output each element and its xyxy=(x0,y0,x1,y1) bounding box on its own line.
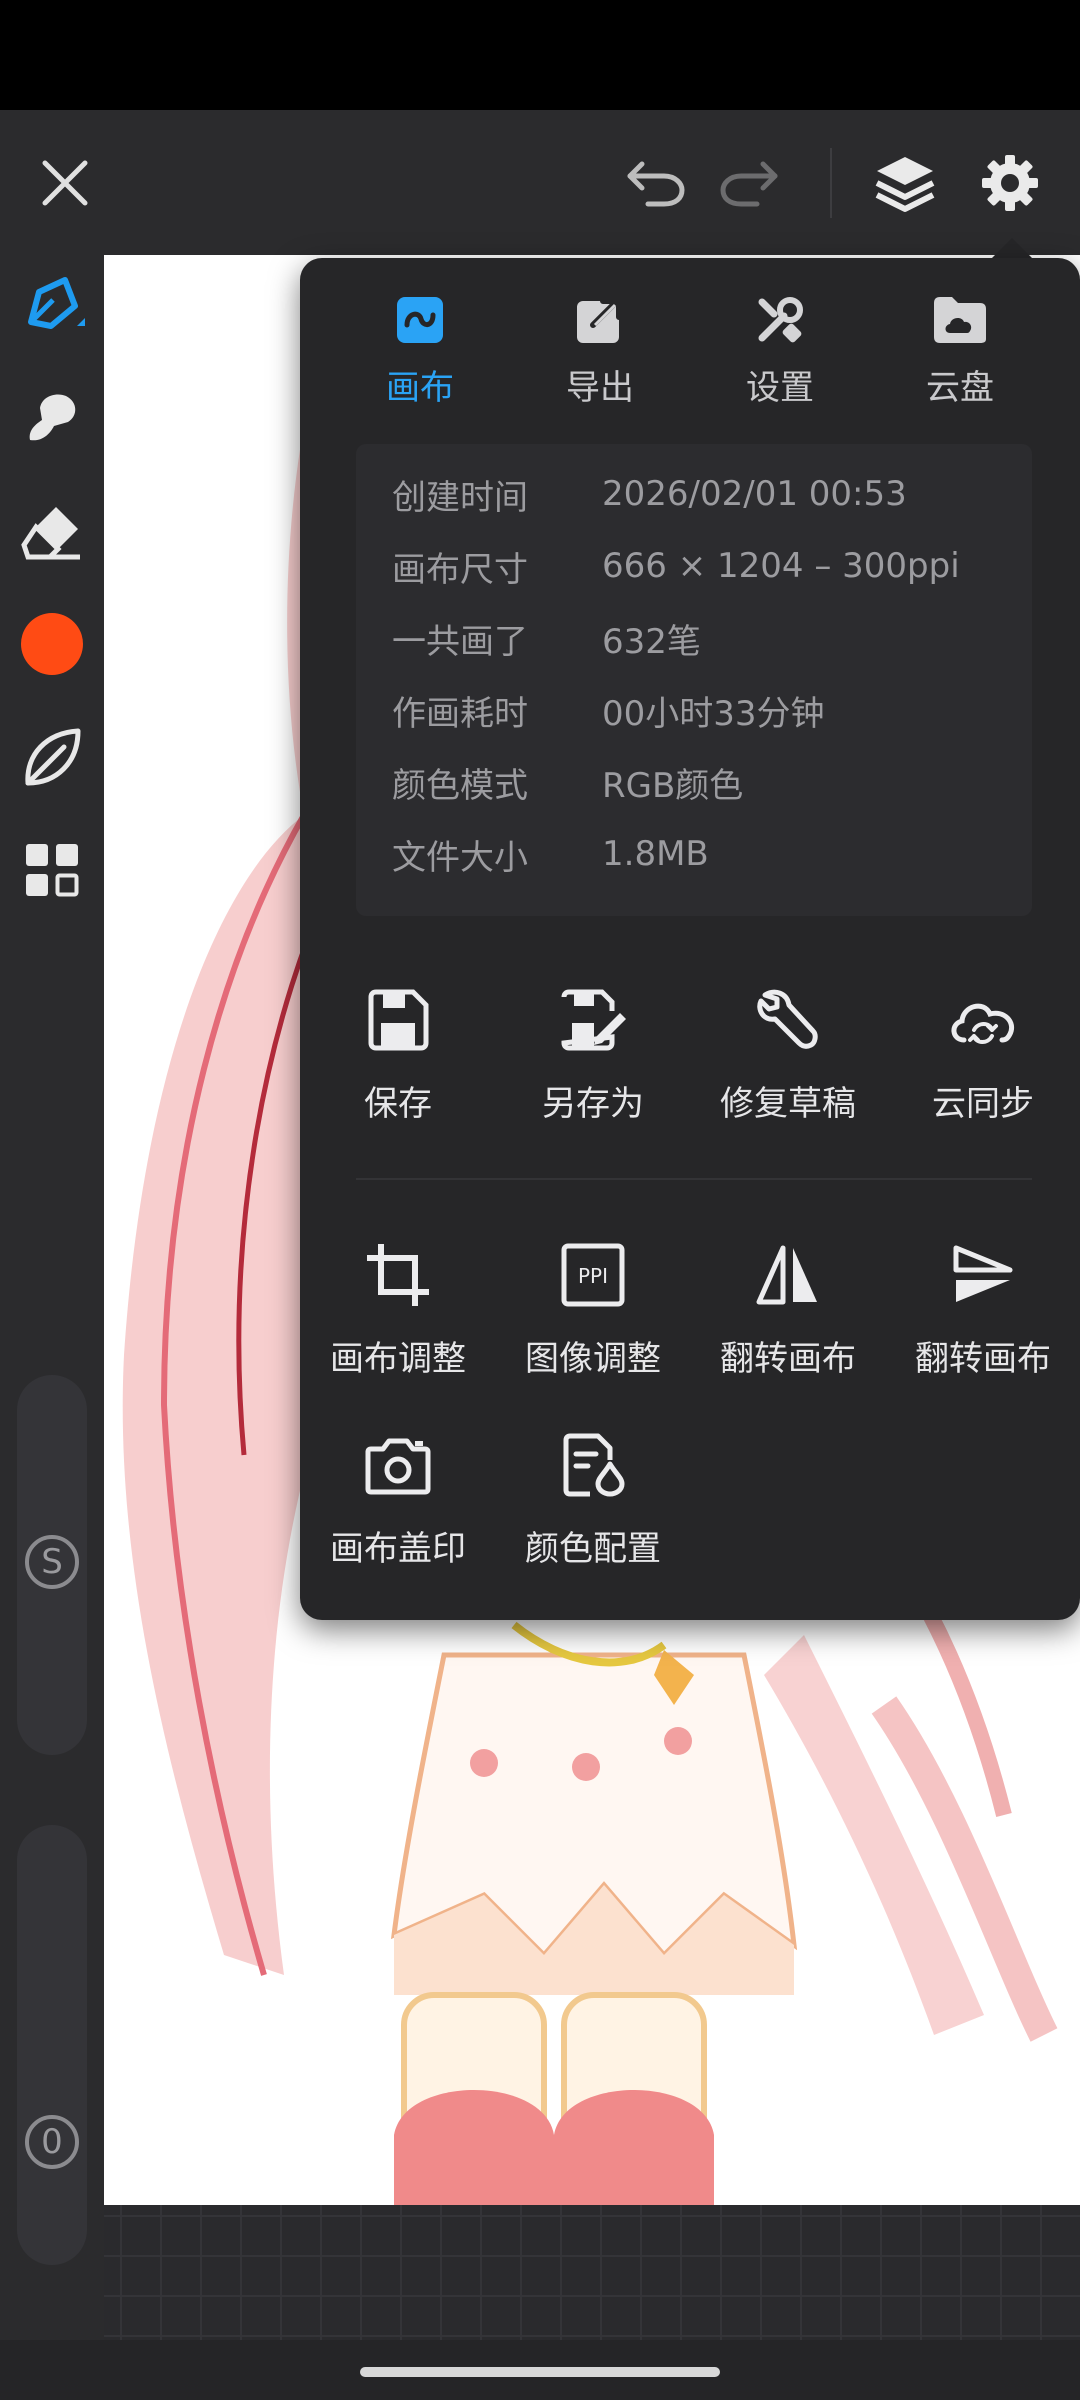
crop-icon xyxy=(367,1244,429,1306)
grid-icon xyxy=(26,844,79,897)
pen-tool[interactable] xyxy=(0,255,104,355)
leaf-tool[interactable] xyxy=(0,707,104,807)
eraser-tool[interactable] xyxy=(0,481,104,581)
redo-button[interactable] xyxy=(710,110,790,255)
current-color-swatch xyxy=(21,613,83,675)
repair-draft-button[interactable]: 修复草稿 xyxy=(690,978,886,1125)
more-tools[interactable] xyxy=(0,820,104,920)
leaf-icon xyxy=(25,728,81,786)
undo-button[interactable] xyxy=(615,110,695,255)
top-toolbar xyxy=(0,110,1080,255)
tools-icon xyxy=(758,297,803,343)
brush-size-slider[interactable]: S xyxy=(17,1375,87,1755)
canvas-stamp-button[interactable]: 画布盖印 xyxy=(300,1423,496,1570)
info-row-strokes: 一共画了 632笔 xyxy=(392,621,701,662)
flip-horizontal-icon xyxy=(756,1245,817,1305)
smudge-tool[interactable] xyxy=(0,368,104,468)
save-as-button[interactable]: 另存为 xyxy=(495,978,691,1125)
image-adjust-button[interactable]: PPI 图像调整 xyxy=(495,1233,691,1380)
flip-vertical-icon xyxy=(953,1245,1013,1302)
save-icon xyxy=(368,989,429,1051)
close-icon xyxy=(42,160,88,205)
brush-size-knob[interactable]: S xyxy=(25,1535,79,1589)
color-profile-button[interactable]: 颜色配置 xyxy=(495,1423,691,1570)
tool-sidebar: S 0 xyxy=(0,255,104,2400)
cloud-folder-icon xyxy=(934,297,986,343)
color-swatch[interactable] xyxy=(0,594,104,694)
svg-text:PPI: PPI xyxy=(578,1264,608,1288)
canvas-menu-panel: 画布 导出 设置 云盘 创建时间 2026/02/01 00:53 画布尺寸 6… xyxy=(300,258,1080,1620)
flip-vertical-button[interactable]: 翻转画布 xyxy=(885,1233,1080,1380)
wrench-icon xyxy=(757,989,818,1049)
close-button[interactable] xyxy=(20,110,110,255)
color-profile-icon xyxy=(563,1433,625,1497)
flip-horizontal-button[interactable]: 翻转画布 xyxy=(690,1233,886,1380)
tab-export[interactable]: 导出 xyxy=(520,288,680,418)
layers-icon xyxy=(875,156,935,212)
layers-button[interactable] xyxy=(860,110,950,255)
canvas-info-box: 创建时间 2026/02/01 00:53 画布尺寸 666 × 1204 – … xyxy=(356,444,1032,916)
info-row-size: 画布尺寸 666 × 1204 – 300ppi xyxy=(392,546,960,590)
info-row-color-mode: 颜色模式 RGB颜色 xyxy=(392,765,744,806)
undo-icon xyxy=(627,161,685,206)
cloud-sync-button[interactable]: 云同步 xyxy=(885,978,1080,1125)
tab-settings[interactable]: 设置 xyxy=(700,288,860,418)
info-row-file-size: 文件大小 1.8MB xyxy=(392,834,709,878)
panel-tabs: 画布 导出 设置 云盘 xyxy=(300,288,1080,418)
status-bar xyxy=(0,0,1080,110)
canvas-icon xyxy=(397,297,443,343)
pen-icon xyxy=(28,277,85,329)
export-icon xyxy=(577,298,622,343)
toolbar-divider xyxy=(830,148,832,218)
opacity-slider[interactable]: 0 xyxy=(17,1825,87,2265)
eraser-icon xyxy=(21,507,80,560)
tab-cloud[interactable]: 云盘 xyxy=(880,288,1040,418)
opacity-knob[interactable]: 0 xyxy=(25,2115,79,2169)
gear-icon xyxy=(982,154,1038,211)
info-row-created: 创建时间 2026/02/01 00:53 xyxy=(392,474,907,518)
ppi-icon: PPI xyxy=(561,1243,625,1307)
panel-pointer xyxy=(990,238,1034,260)
settings-button[interactable] xyxy=(965,110,1055,255)
canvas-adjust-button[interactable]: 画布调整 xyxy=(300,1233,496,1380)
redo-icon xyxy=(720,161,778,206)
save-button[interactable]: 保存 xyxy=(300,978,496,1125)
info-row-time: 作画耗时 00小时33分钟 xyxy=(392,693,825,734)
panel-divider xyxy=(356,1178,1032,1180)
home-gesture-bar[interactable] xyxy=(360,2367,720,2377)
tab-canvas[interactable]: 画布 xyxy=(340,288,500,418)
camera-icon xyxy=(365,1438,431,1495)
save-as-icon xyxy=(561,989,626,1051)
cloud-sync-icon xyxy=(951,1003,1014,1044)
smudge-icon xyxy=(29,394,76,441)
